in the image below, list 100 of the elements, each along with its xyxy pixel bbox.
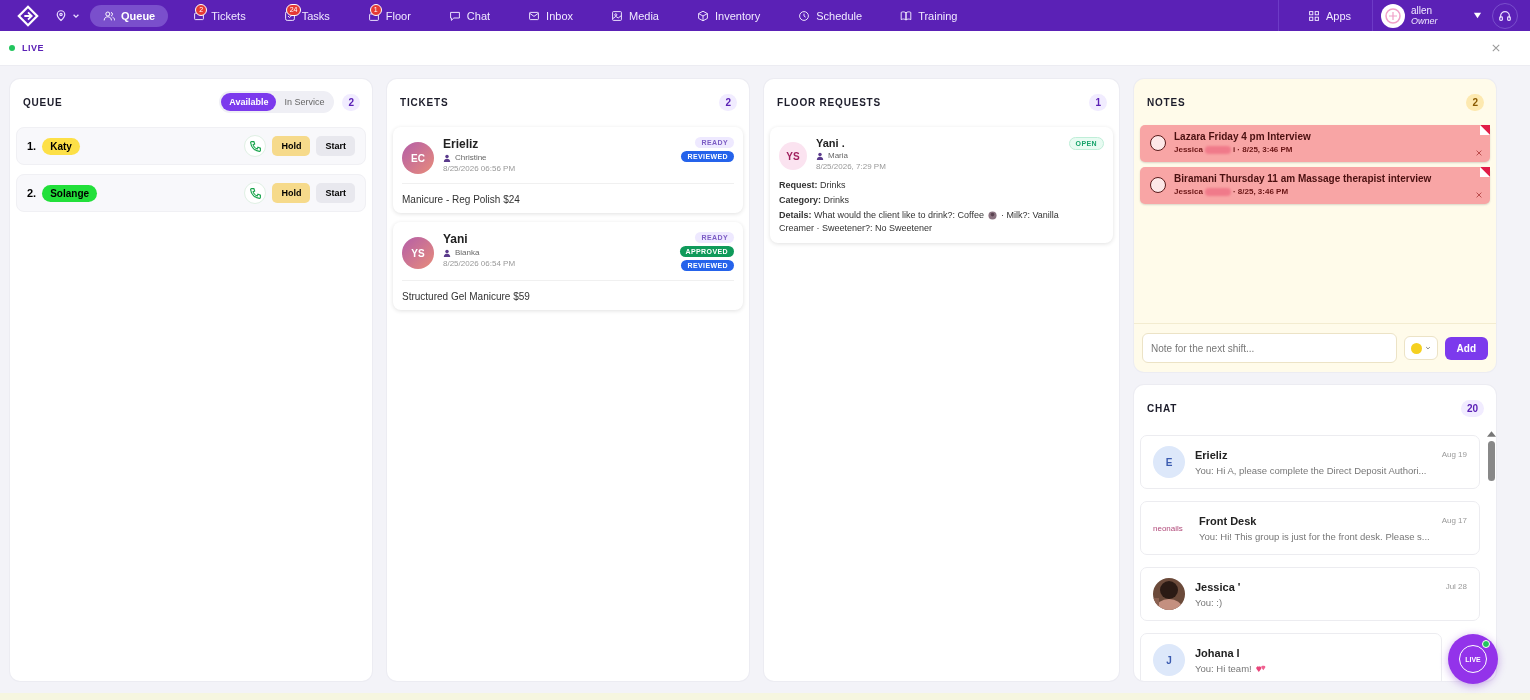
nav-tab[interactable]: Queue	[90, 4, 169, 27]
queue-row[interactable]: 1. Katy Hold Start	[16, 127, 366, 165]
avatar-initials: YS	[779, 142, 807, 170]
user-menu[interactable]: allen Owner	[1381, 3, 1482, 28]
people-icon	[103, 9, 115, 22]
scrollbar-thumb[interactable]	[1487, 441, 1495, 481]
count-badge: 2	[342, 93, 360, 111]
clock-icon	[798, 9, 811, 22]
chat-item[interactable]: J Johana l You: Hi team!	[1140, 633, 1442, 681]
note-card[interactable]: Biramani Thursday 11 am Massage therapist interview Jessica · 8/25, 3:46 PM	[1140, 167, 1490, 204]
chat-date: Aug 19	[1441, 450, 1467, 459]
nav-tab[interactable]: Inventory	[684, 4, 774, 27]
avatar-logo-icon	[1381, 3, 1405, 28]
chat-date: Jul 28	[1445, 582, 1467, 591]
caret-icon	[1473, 11, 1482, 20]
request-date: 8/25/2026, 7:29 PM	[816, 162, 887, 171]
start-button[interactable]: Start	[316, 136, 355, 156]
queue-number: 1.	[27, 140, 37, 152]
note-title: Biramani Thursday 11 am Massage therapist interview	[1174, 173, 1432, 184]
chat-name: Front Desk	[1199, 514, 1257, 527]
hold-button[interactable]: Hold	[272, 183, 311, 203]
queue-number: 2.	[27, 187, 37, 199]
hold-button[interactable]: Hold	[272, 136, 311, 156]
count-badge: 20	[1460, 399, 1484, 417]
note-title: Lazara Friday 4 pm Interview	[1174, 131, 1311, 142]
note-time: i · 8/25, 3:46 PM	[1232, 145, 1293, 154]
location-selector[interactable]	[55, 9, 80, 22]
location-pin-icon	[55, 9, 67, 22]
panel-title: CHAT	[1147, 402, 1178, 414]
nav-tab[interactable]: Inbox	[515, 4, 587, 27]
message-preview: You: Hi A, please complete the Direct Deposit Authori...	[1195, 464, 1427, 476]
panel-title: FLOOR REQUESTS	[777, 96, 881, 108]
avatar-initial: J	[1153, 644, 1185, 676]
start-button[interactable]: Start	[316, 183, 355, 203]
client-name: Erieliz	[443, 137, 480, 151]
envelope-icon	[528, 9, 541, 22]
redaction-mark	[1204, 145, 1231, 154]
close-button[interactable]	[1490, 42, 1502, 54]
avatar-initial: E	[1153, 446, 1185, 478]
message-preview: You: Hi! This group is just for the front desk. Please s...	[1199, 530, 1430, 542]
phone-button[interactable]	[244, 182, 267, 204]
corner-fold-icon	[1480, 167, 1490, 177]
redaction-mark	[1204, 187, 1231, 196]
headset-button[interactable]	[1492, 2, 1518, 29]
image-icon	[611, 9, 624, 22]
details-text: Creamer · Sweetener?: No Sweetener	[779, 222, 933, 235]
toggle-option[interactable]: In Service	[276, 93, 333, 111]
nav-tab[interactable]: Chat	[435, 4, 504, 27]
color-picker[interactable]	[1403, 336, 1438, 360]
count-badge: 2	[719, 93, 737, 111]
nav-tab[interactable]: Media	[598, 4, 672, 27]
chat-date: Aug 17	[1441, 516, 1467, 525]
client-name: Yani .	[816, 137, 846, 149]
chat-name: Johana l	[1195, 646, 1240, 659]
chat-item[interactable]: E Erieliz Aug 19 You: Hi A, please complete the Direct Deposit Authori...	[1140, 435, 1480, 489]
grid-icon	[1307, 9, 1320, 22]
person-icon	[443, 153, 451, 162]
category-field: Category: Drinks	[779, 194, 1104, 207]
apps-link[interactable]: Apps	[1294, 4, 1364, 27]
phone-icon	[249, 139, 262, 153]
user-role: Owner	[1411, 15, 1439, 27]
nav-tab[interactable]: Schedule	[785, 4, 876, 27]
request-field: Request: Drinks	[779, 179, 1104, 192]
note-input-field[interactable]: Note for the next shift...	[1142, 333, 1397, 363]
corner-fold-icon	[1480, 125, 1490, 135]
client-name: Yani	[443, 232, 469, 246]
chat-item[interactable]: neonails Front Desk Aug 17 You: Hi! This group is just for the front desk. Please s...	[1140, 501, 1480, 555]
note-author: Jessica	[1174, 187, 1203, 196]
headset-icon	[1498, 8, 1512, 23]
toggle-option[interactable]: Available	[221, 93, 277, 111]
nav-tab[interactable]: Training	[887, 4, 971, 27]
count-badge: 1	[1089, 93, 1107, 111]
note-checkbox[interactable]	[1150, 134, 1166, 151]
logo-icon[interactable]	[17, 4, 39, 27]
add-button[interactable]: Add	[1444, 336, 1488, 360]
staff-name: Christine	[455, 153, 487, 162]
note-time: · 8/25, 3:46 PM	[1232, 187, 1289, 196]
person-icon	[816, 151, 824, 160]
message-preview: You: :)	[1195, 596, 1223, 608]
details-text: Details: What would the client like to drink?: Coffee	[779, 209, 984, 222]
service-text: Manicure - Reg Polish $24	[402, 193, 521, 205]
cube-icon	[697, 9, 709, 22]
queue-row[interactable]: 2. Solange Hold Start	[16, 174, 366, 212]
delete-button[interactable]	[1476, 192, 1482, 198]
chat-name: Jessica '	[1195, 580, 1241, 593]
staff-name: Maria	[828, 151, 848, 160]
close-icon	[1492, 44, 1500, 52]
chat-name: Erieliz	[1195, 448, 1228, 461]
message-preview: You: Hi team!	[1195, 662, 1252, 674]
user-name: allen	[1411, 4, 1434, 16]
phone-button[interactable]	[244, 135, 267, 157]
delete-button[interactable]	[1476, 150, 1482, 156]
panel-title: TICKETS	[400, 96, 449, 108]
chat-bubble-icon	[448, 9, 461, 22]
scroll-up-icon[interactable]	[1486, 431, 1496, 437]
note-card[interactable]: Lazara Friday 4 pm Interview Jessica i · 8/25, 3:46 PM	[1140, 125, 1490, 162]
note-checkbox[interactable]	[1150, 176, 1166, 193]
person-icon	[443, 248, 451, 257]
chat-item[interactable]: Jessica ' Jul 28 You: :)	[1140, 567, 1480, 621]
coffee-icon	[987, 211, 997, 220]
